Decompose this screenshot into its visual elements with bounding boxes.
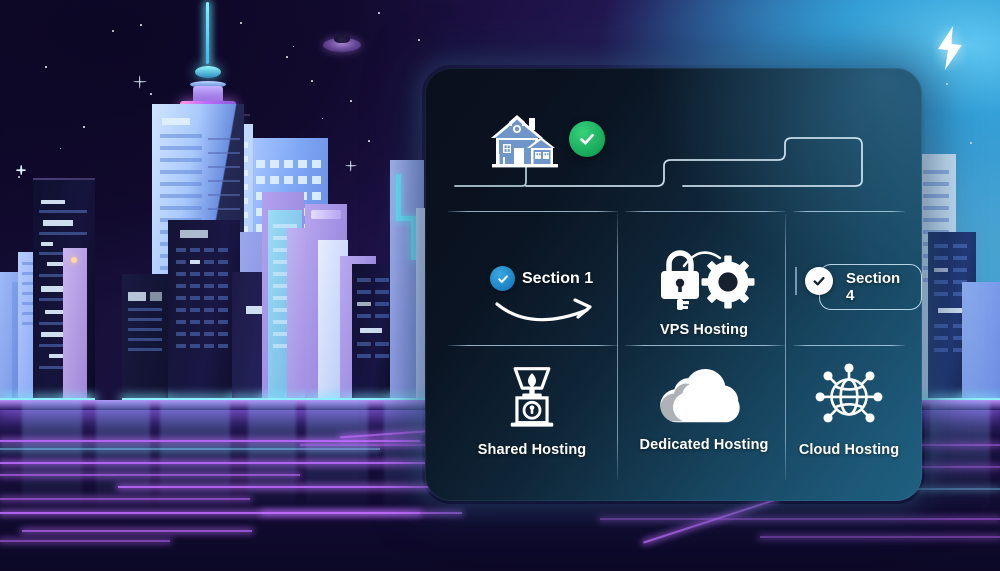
cell-cloud-hosting[interactable]: Cloud Hosting [793,361,905,458]
globe-network-icon [814,361,884,431]
divider-row-1-left [448,211,618,213]
padlock-gear-icon [652,238,756,314]
divider-row-2-right [793,345,905,347]
cell-vps-hosting[interactable]: VPS Hosting [625,238,783,338]
cell-shared-hosting[interactable]: Shared Hosting [448,363,616,458]
cloud-hosting-label: Cloud Hosting [798,442,900,458]
divider-col-2 [785,214,787,480]
divider-row-2-left [448,345,618,347]
curved-arrow-right-icon [495,298,592,322]
hosting-types-card: Section 1 VPS Hosting Section 4 Shared H… [425,68,922,501]
shared-hosting-label: Shared Hosting [477,442,587,458]
cell-dedicated-hosting[interactable]: Dedicated Hosting [625,365,783,453]
blue-check-badge-icon [490,266,515,291]
trophy-pedestal-icon [501,363,563,431]
section-4-label: Section 4 [819,264,922,310]
section-1-label: Section 1 [522,269,594,287]
section-1-badge[interactable]: Section 1 [490,266,593,291]
divider-row-1-mid [625,211,785,213]
section-4-tick-line [795,267,797,295]
section-4-badge[interactable]: Section 4 [795,264,922,310]
house-icon [487,110,565,172]
divider-col-1 [617,214,619,480]
divider-row-2-mid [625,345,785,347]
green-check-icon [569,121,605,157]
dedicated-hosting-label: Dedicated Hosting [639,437,769,453]
cloud-icon [654,365,754,426]
divider-row-1-right [793,211,905,213]
infographic-stage: Section 1 VPS Hosting Section 4 Shared H… [0,0,1000,571]
white-check-badge-icon [805,267,833,295]
vps-hosting-label: VPS Hosting [659,322,749,338]
lightning-bolt-icon [933,25,967,71]
